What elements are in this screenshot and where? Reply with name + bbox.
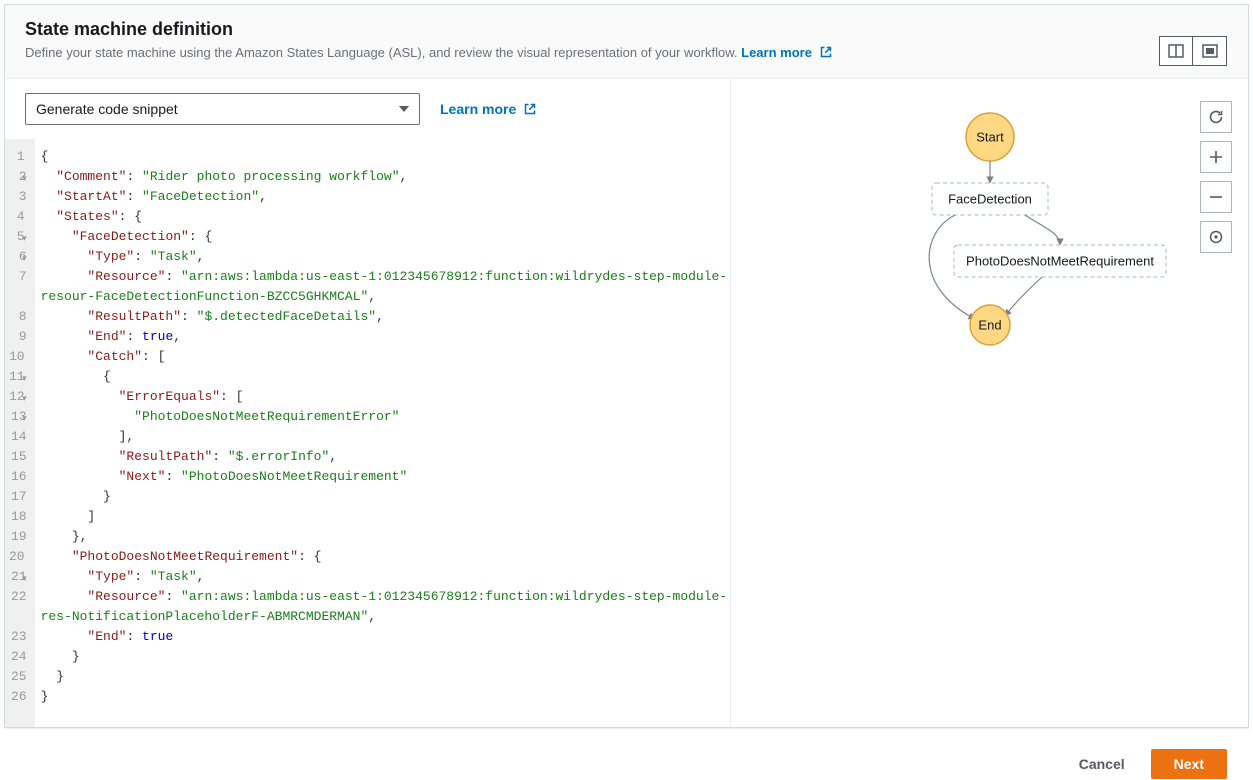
line-number: 11 bbox=[9, 367, 27, 387]
code-line[interactable]: "PhotoDoesNotMeetRequirementError" bbox=[41, 407, 728, 427]
external-link-icon bbox=[820, 46, 832, 58]
code-toolbar: Generate code snippet Learn more bbox=[5, 79, 730, 139]
editor-gutter: 1234567891011121314151617181920212223242… bbox=[5, 139, 35, 727]
code-line[interactable]: "Comment": "Rider photo processing workf… bbox=[41, 167, 728, 187]
target-icon bbox=[1208, 229, 1224, 245]
code-learn-more-link[interactable]: Learn more bbox=[440, 101, 536, 117]
subtitle-text: Define your state machine using the Amaz… bbox=[25, 45, 741, 60]
code-line[interactable]: "ErrorEquals": [ bbox=[41, 387, 728, 407]
line-number: 16 bbox=[9, 467, 27, 487]
code-line[interactable]: } bbox=[41, 687, 728, 707]
zoom-out-button[interactable] bbox=[1200, 181, 1232, 213]
code-line[interactable]: }, bbox=[41, 527, 728, 547]
page-subtitle: Define your state machine using the Amaz… bbox=[25, 44, 1228, 62]
code-line[interactable]: { bbox=[41, 367, 728, 387]
line-number: 26 bbox=[9, 687, 27, 707]
line-number: 17 bbox=[9, 487, 27, 507]
line-number: 7 bbox=[9, 267, 27, 287]
line-number: 15 bbox=[9, 447, 27, 467]
code-line[interactable]: } bbox=[41, 647, 728, 667]
node-start-label: Start bbox=[976, 130, 1004, 145]
layout-full-button[interactable] bbox=[1193, 36, 1227, 66]
code-line[interactable]: } bbox=[41, 487, 728, 507]
code-line[interactable]: ] bbox=[41, 507, 728, 527]
code-line[interactable]: "Resource": "arn:aws:lambda:us-east-1:01… bbox=[41, 587, 728, 607]
line-number: 3 bbox=[9, 187, 27, 207]
code-line[interactable]: "Resource": "arn:aws:lambda:us-east-1:01… bbox=[41, 267, 728, 287]
node-notmeet-label: PhotoDoesNotMeetRequirement bbox=[966, 254, 1154, 269]
line-number: 24 bbox=[9, 647, 27, 667]
line-number: 20 bbox=[9, 547, 27, 567]
panel-header: State machine definition Define your sta… bbox=[5, 5, 1248, 79]
refresh-button[interactable] bbox=[1200, 101, 1232, 133]
code-line[interactable]: "StartAt": "FaceDetection", bbox=[41, 187, 728, 207]
code-column: Generate code snippet Learn more 1234567… bbox=[5, 79, 731, 727]
line-number: 6 bbox=[9, 247, 27, 267]
line-number: 4 bbox=[9, 207, 27, 227]
external-link-icon bbox=[524, 103, 536, 115]
layout-split-button[interactable] bbox=[1159, 36, 1193, 66]
line-number: 2 bbox=[9, 167, 27, 187]
code-line[interactable]: } bbox=[41, 667, 728, 687]
layout-toggle-group bbox=[1159, 36, 1227, 66]
line-number bbox=[9, 607, 27, 627]
line-number: 23 bbox=[9, 627, 27, 647]
code-line[interactable]: { bbox=[41, 147, 728, 167]
line-number: 19 bbox=[9, 527, 27, 547]
code-line[interactable]: "PhotoDoesNotMeetRequirement": { bbox=[41, 547, 728, 567]
code-line[interactable]: resour-FaceDetectionFunction-BZCC5GHKMCA… bbox=[41, 287, 728, 307]
line-number: 18 bbox=[9, 507, 27, 527]
code-line[interactable]: ], bbox=[41, 427, 728, 447]
node-end-label: End bbox=[978, 318, 1001, 333]
dropdown-label: Generate code snippet bbox=[36, 101, 178, 117]
code-line[interactable]: "Next": "PhotoDoesNotMeetRequirement" bbox=[41, 467, 728, 487]
diagram-column: Start FaceDetection PhotoDoesNotMeetRequ… bbox=[731, 79, 1248, 727]
line-number bbox=[9, 287, 27, 307]
line-number: 13 bbox=[9, 407, 27, 427]
code-line[interactable]: res-NotificationPlaceholderF-ABMRCMDERMA… bbox=[41, 607, 728, 627]
content-row: Generate code snippet Learn more 1234567… bbox=[5, 79, 1248, 727]
layout-full-icon bbox=[1202, 44, 1218, 58]
code-line[interactable]: "ResultPath": "$.detectedFaceDetails", bbox=[41, 307, 728, 327]
line-number: 1 bbox=[9, 147, 27, 167]
code-line[interactable]: "ResultPath": "$.errorInfo", bbox=[41, 447, 728, 467]
code-line[interactable]: "States": { bbox=[41, 207, 728, 227]
graph-controls bbox=[1200, 101, 1232, 253]
workflow-diagram[interactable]: Start FaceDetection PhotoDoesNotMeetRequ… bbox=[810, 103, 1170, 403]
refresh-icon bbox=[1208, 109, 1224, 125]
line-number: 25 bbox=[9, 667, 27, 687]
code-line[interactable]: "FaceDetection": { bbox=[41, 227, 728, 247]
line-number: 22 bbox=[9, 587, 27, 607]
code-line[interactable]: "Type": "Task", bbox=[41, 247, 728, 267]
line-number: 21 bbox=[9, 567, 27, 587]
zoom-in-button[interactable] bbox=[1200, 141, 1232, 173]
layout-split-icon bbox=[1168, 44, 1184, 58]
line-number: 9 bbox=[9, 327, 27, 347]
line-number: 12 bbox=[9, 387, 27, 407]
next-button[interactable]: Next bbox=[1151, 749, 1227, 779]
node-facedetection-label: FaceDetection bbox=[948, 192, 1032, 207]
code-line[interactable]: "End": true, bbox=[41, 327, 728, 347]
minus-icon bbox=[1209, 190, 1223, 204]
code-line[interactable]: "Catch": [ bbox=[41, 347, 728, 367]
state-machine-panel: State machine definition Define your sta… bbox=[4, 4, 1249, 728]
footer-actions: Cancel Next bbox=[4, 732, 1249, 780]
line-number: 8 bbox=[9, 307, 27, 327]
line-number: 5 bbox=[9, 227, 27, 247]
code-editor[interactable]: 1234567891011121314151617181920212223242… bbox=[5, 139, 730, 727]
editor-code[interactable]: { "Comment": "Rider photo processing wor… bbox=[35, 139, 730, 727]
learn-more-link[interactable]: Learn more bbox=[741, 45, 831, 60]
cancel-button[interactable]: Cancel bbox=[1069, 748, 1135, 780]
code-line[interactable]: "End": true bbox=[41, 627, 728, 647]
center-button[interactable] bbox=[1200, 221, 1232, 253]
page-title: State machine definition bbox=[25, 19, 1228, 40]
chevron-down-icon bbox=[399, 106, 409, 112]
generate-snippet-dropdown[interactable]: Generate code snippet bbox=[25, 93, 420, 125]
plus-icon bbox=[1209, 150, 1223, 164]
line-number: 14 bbox=[9, 427, 27, 447]
line-number: 10 bbox=[9, 347, 27, 367]
code-line[interactable]: "Type": "Task", bbox=[41, 567, 728, 587]
